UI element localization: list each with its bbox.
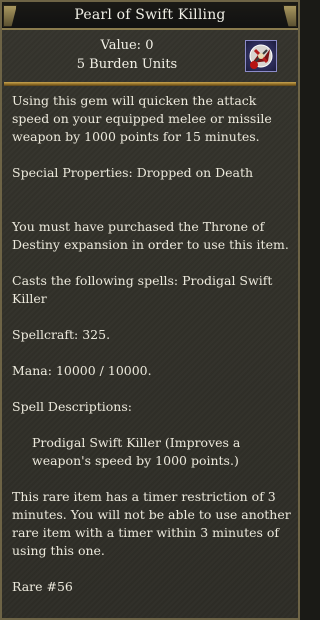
item-header: Value: 0 5 Burden Units [2, 30, 298, 82]
rare-number: Rare #56 [12, 579, 73, 594]
spell-description: Prodigal Swift Killer (Improves a weapon… [32, 435, 245, 468]
item-value: Value: 0 [100, 38, 154, 53]
header-divider [4, 82, 296, 86]
item-info-panel: Pearl of Swift Killing Value: 0 5 Burden… [0, 0, 300, 620]
item-description: Using this gem will quicken the attack s… [12, 92, 294, 614]
item-burden: 5 Burden Units [76, 57, 178, 72]
casts-text: Casts the following spells: Prodigal Swi… [12, 273, 277, 306]
special-properties: Special Properties: Dropped on Death [12, 165, 254, 180]
pearl-gem-icon [245, 40, 277, 72]
title-bar[interactable]: Pearl of Swift Killing [2, 2, 298, 30]
timer-note: This rare item has a timer restriction o… [12, 489, 295, 558]
item-title: Pearl of Swift Killing [74, 7, 226, 23]
spell-descriptions-heading: Spell Descriptions: [12, 399, 132, 414]
requirement-text: You must have purchased the Throne of De… [12, 219, 289, 252]
mana-text: Mana: 10000 / 10000. [12, 363, 152, 378]
use-text: Using this gem will quicken the attack s… [12, 93, 276, 144]
spellcraft-text: Spellcraft: 325. [12, 327, 111, 342]
